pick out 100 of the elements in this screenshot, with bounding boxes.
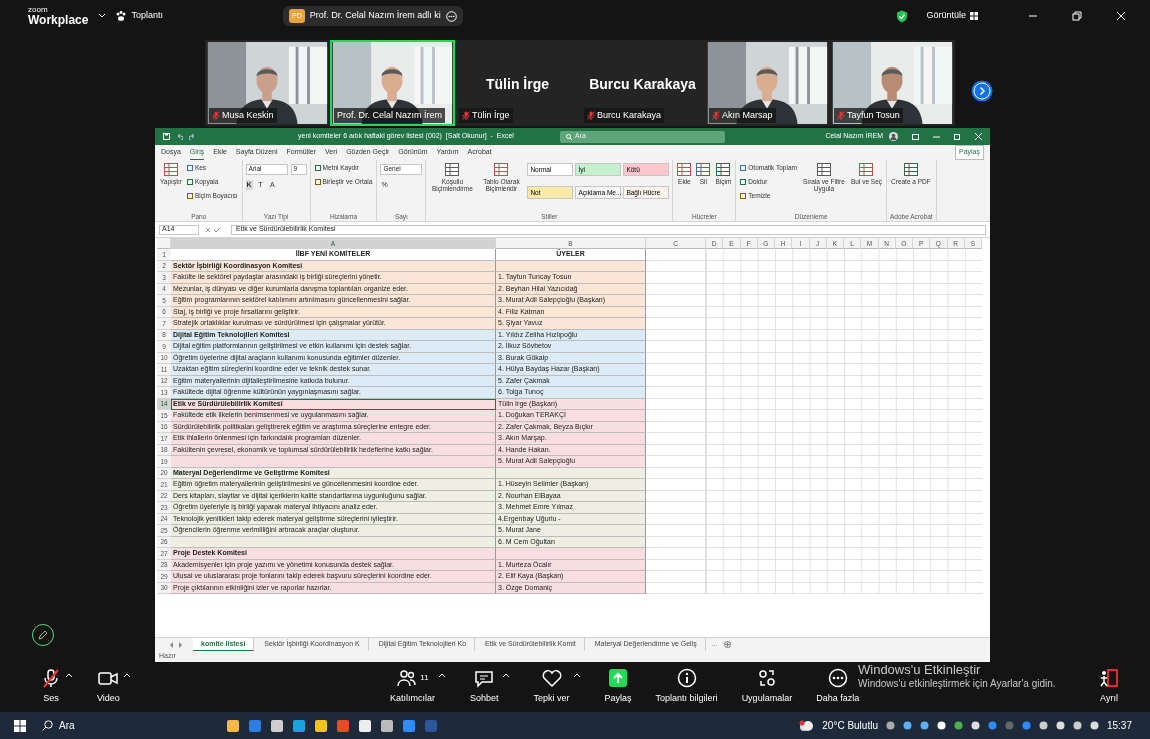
- toolbar-button[interactable]: Ayrıl: [1098, 668, 1120, 706]
- table-cell: [646, 536, 706, 548]
- table-cell: [646, 260, 706, 272]
- app-tile-icon[interactable]: [226, 718, 240, 733]
- table-cell: [646, 571, 706, 583]
- restore-icon[interactable]: [1072, 11, 1082, 21]
- table-icon: [494, 163, 509, 176]
- add-sheet-icon[interactable]: [723, 641, 731, 648]
- table-cell: [646, 467, 706, 479]
- table-cell: [646, 283, 706, 295]
- undo-icon[interactable]: [176, 133, 183, 140]
- app-tile-icon[interactable]: [336, 718, 350, 733]
- table-cell: [646, 525, 706, 537]
- table-cell: [646, 444, 706, 456]
- toolbar-button[interactable]: Tepki ver: [533, 668, 570, 706]
- door-icon: [1098, 668, 1120, 689]
- caret-icon[interactable]: [65, 672, 73, 679]
- search-icon: [42, 720, 53, 731]
- table-cell: [646, 582, 706, 594]
- cloud-icon: [798, 719, 815, 732]
- table-cell: [646, 398, 706, 410]
- table-cell: [646, 352, 706, 364]
- pencil-icon: [38, 630, 48, 640]
- shield-icon: [896, 9, 909, 23]
- chat-icon: [473, 668, 496, 689]
- more-icon[interactable]: [445, 10, 457, 22]
- table-icon: [677, 163, 692, 176]
- caret-icon[interactable]: [438, 672, 446, 679]
- table-cell: [646, 410, 706, 422]
- table-cell: [646, 306, 706, 318]
- avatar-icon[interactable]: [889, 132, 898, 141]
- minimize-icon[interactable]: [933, 133, 940, 140]
- table-icon: [816, 163, 831, 176]
- table-cell: [646, 364, 706, 376]
- table-cell: [646, 341, 706, 353]
- toolbar-button[interactable]: Sohbet: [470, 668, 499, 706]
- save-icon[interactable]: [163, 133, 170, 140]
- people-icon: [396, 668, 419, 689]
- grid-icon[interactable]: [970, 12, 978, 20]
- redo-icon[interactable]: [189, 133, 196, 140]
- table-cell: [646, 490, 706, 502]
- caret-icon[interactable]: [98, 13, 107, 19]
- paw-icon: [116, 11, 128, 21]
- participant-count: 11: [420, 672, 429, 685]
- table-cell: [646, 513, 706, 525]
- share-icon: [607, 668, 630, 689]
- view-menu[interactable]: Görüntüle: [926, 9, 966, 23]
- table-cell: [646, 456, 706, 468]
- info-icon: [675, 668, 698, 689]
- activation-title: Windows'u Etkinleştir: [858, 662, 982, 679]
- caret-icon[interactable]: [122, 672, 131, 679]
- table-icon: [445, 163, 460, 176]
- app-tile-icon[interactable]: [314, 718, 328, 733]
- taskbar-search[interactable]: Ara: [42, 718, 202, 733]
- app-tile-icon[interactable]: [292, 718, 306, 733]
- toolbar-button[interactable]: Uygulamalar: [741, 668, 793, 706]
- app-tile-icon[interactable]: [248, 718, 262, 733]
- table-cell: [646, 375, 706, 387]
- banner-text: Prof. Dr. Celal Nazım İrem adlı ki: [309, 9, 441, 23]
- clock-text: 15:37: [1106, 719, 1132, 733]
- caret-icon[interactable]: [572, 672, 581, 679]
- table-cell: [646, 329, 706, 341]
- toolbar-button[interactable]: 11 Katılımcılar: [390, 668, 435, 706]
- toolbar-button[interactable]: Video: [97, 668, 120, 706]
- close-icon[interactable]: [1116, 11, 1126, 21]
- windows-logo-icon[interactable]: [14, 719, 26, 732]
- app-tile-icon[interactable]: [424, 718, 438, 733]
- table-cell: [646, 559, 706, 571]
- app-tile-icon[interactable]: [270, 718, 284, 733]
- heart-icon: [540, 668, 563, 689]
- weather-text: 20°C Bulutlu: [822, 719, 878, 733]
- toolbar-button[interactable]: Toplantı bilgileri: [655, 668, 718, 706]
- caret-icon[interactable]: [501, 672, 510, 679]
- activation-text: Windows'u etkinleştirmek için Ayarlar'a gidin.: [858, 678, 1056, 691]
- restore-icon[interactable]: [954, 133, 961, 140]
- app-tile-icon[interactable]: [380, 718, 394, 733]
- table-cell: [646, 433, 706, 445]
- toolbar-button[interactable]: Ses: [40, 668, 62, 706]
- table-cell: [646, 548, 706, 560]
- scroll-arrows-icon[interactable]: [169, 641, 183, 648]
- search-icon: [565, 133, 572, 140]
- next-button[interactable]: [971, 80, 993, 102]
- toolbar-button[interactable]: Paylaş: [604, 668, 632, 706]
- table-cell: [646, 295, 706, 307]
- app-tile-icon[interactable]: [402, 718, 416, 733]
- table-icon: [903, 163, 918, 176]
- meeting-menu[interactable]: Toplantı: [131, 9, 163, 23]
- table-cell: [646, 318, 706, 330]
- brand-text: Workplace: [28, 14, 89, 26]
- table-cell: [646, 421, 706, 433]
- participant-name: Burcu Karakaya: [588, 75, 697, 94]
- more-icon: [826, 668, 849, 689]
- table-icon: [859, 163, 874, 176]
- table-icon: [696, 163, 711, 176]
- table-icon: [716, 163, 731, 176]
- table-cell: [646, 502, 706, 514]
- app-tile-icon[interactable]: [358, 718, 372, 733]
- table-icon: [163, 163, 178, 176]
- ribbon-display-icon[interactable]: [912, 133, 919, 140]
- table-cell: [646, 387, 706, 399]
